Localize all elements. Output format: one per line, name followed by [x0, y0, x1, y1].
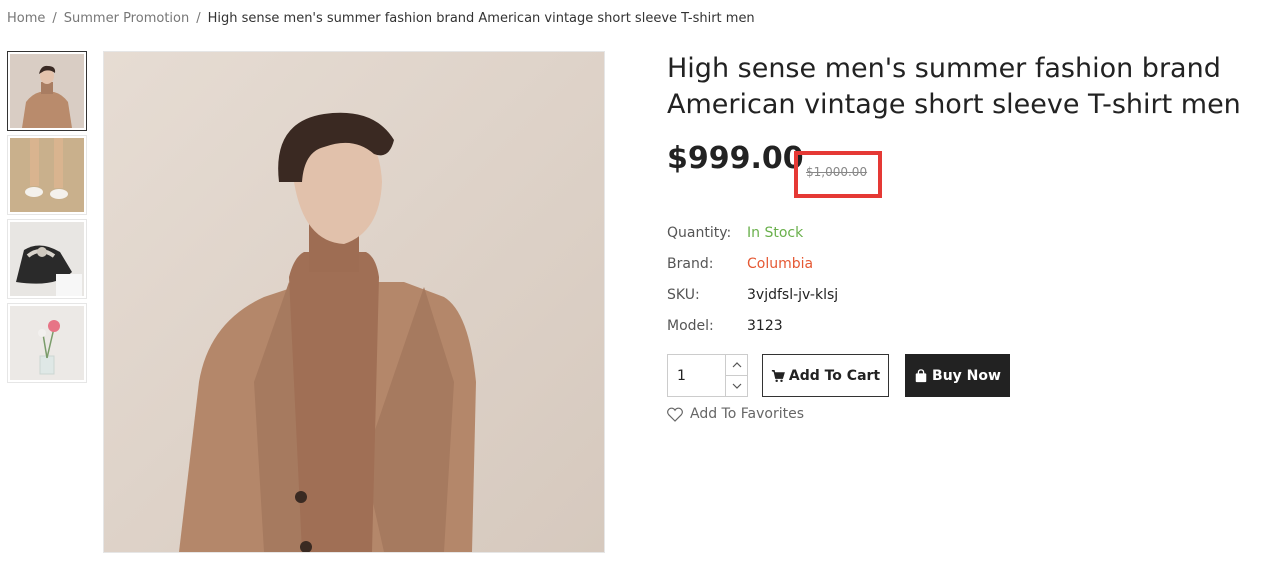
- breadcrumb-current: High sense men's summer fashion brand Am…: [207, 11, 755, 26]
- price-row: $999.00 $1,000.00: [667, 141, 882, 198]
- main-product-image-graphic: [104, 52, 604, 552]
- product-info: High sense men's summer fashion brand Am…: [667, 51, 1262, 422]
- add-to-cart-button[interactable]: Add To Cart: [762, 354, 889, 397]
- brand-link[interactable]: Columbia: [747, 256, 813, 272]
- old-price: $1,000.00: [806, 165, 868, 179]
- buy-now-button[interactable]: Buy Now: [905, 354, 1010, 397]
- thumbnail-flowers-image: [10, 306, 84, 380]
- breadcrumb-separator: /: [52, 11, 57, 26]
- breadcrumb-home-link[interactable]: Home: [7, 11, 45, 26]
- spec-row-model: Model: 3123: [667, 310, 838, 341]
- spec-label-sku: SKU:: [667, 286, 700, 303]
- quantity-decrease-button[interactable]: [726, 375, 747, 396]
- cart-icon: [771, 369, 785, 382]
- thumbnail-coat-man-image: [10, 54, 84, 128]
- chevron-down-icon: [732, 383, 741, 389]
- model-value: 3123: [747, 317, 783, 334]
- shopping-bag-icon: [915, 368, 927, 382]
- heart-icon: [667, 407, 683, 422]
- thumbnail-sandal[interactable]: [7, 219, 87, 299]
- sku-value: 3vjdfsl-jv-klsj: [747, 286, 839, 303]
- breadcrumb-separator: /: [196, 11, 201, 26]
- spec-row-sku: SKU: 3vjdfsl-jv-klsj: [667, 279, 838, 310]
- product-specs: Quantity: In Stock Brand: Columbia SKU: …: [667, 217, 838, 341]
- add-to-favorites-link[interactable]: Add To Favorites: [667, 406, 804, 422]
- stock-status: In Stock: [747, 224, 804, 241]
- quantity-stepper: [667, 354, 748, 397]
- thumbnail-legs-sneakers-image: [10, 138, 84, 212]
- product-title: High sense men's summer fashion brand Am…: [667, 53, 1241, 120]
- spec-label-brand: Brand:: [667, 255, 714, 272]
- thumbnail-gallery: [7, 51, 87, 387]
- add-to-favorites-label: Add To Favorites: [690, 406, 804, 422]
- buy-now-label: Buy Now: [932, 367, 1001, 384]
- breadcrumb: Home / Summer Promotion / High sense men's s…: [7, 11, 755, 26]
- main-product-image: [103, 51, 605, 553]
- spec-label-quantity: Quantity:: [667, 224, 732, 241]
- quantity-buttons: [725, 355, 747, 396]
- purchase-actions: Add To Cart Buy Now: [667, 354, 1010, 397]
- thumbnail-flowers[interactable]: [7, 303, 87, 383]
- chevron-up-icon: [732, 362, 741, 368]
- thumbnail-coat-man[interactable]: [7, 51, 87, 131]
- spec-row-quantity: Quantity: In Stock: [667, 217, 838, 248]
- add-to-cart-label: Add To Cart: [788, 367, 881, 384]
- spec-row-brand: Brand: Columbia: [667, 248, 838, 279]
- current-price: $999.00: [667, 141, 804, 176]
- quantity-input[interactable]: [668, 355, 725, 396]
- breadcrumb-category-link[interactable]: Summer Promotion: [64, 11, 189, 26]
- spec-label-model: Model:: [667, 317, 714, 334]
- thumbnail-legs-sneakers[interactable]: [7, 135, 87, 215]
- quantity-increase-button[interactable]: [726, 355, 747, 375]
- old-price-highlight-box: $1,000.00: [794, 151, 882, 198]
- thumbnail-sandal-image: [10, 222, 84, 296]
